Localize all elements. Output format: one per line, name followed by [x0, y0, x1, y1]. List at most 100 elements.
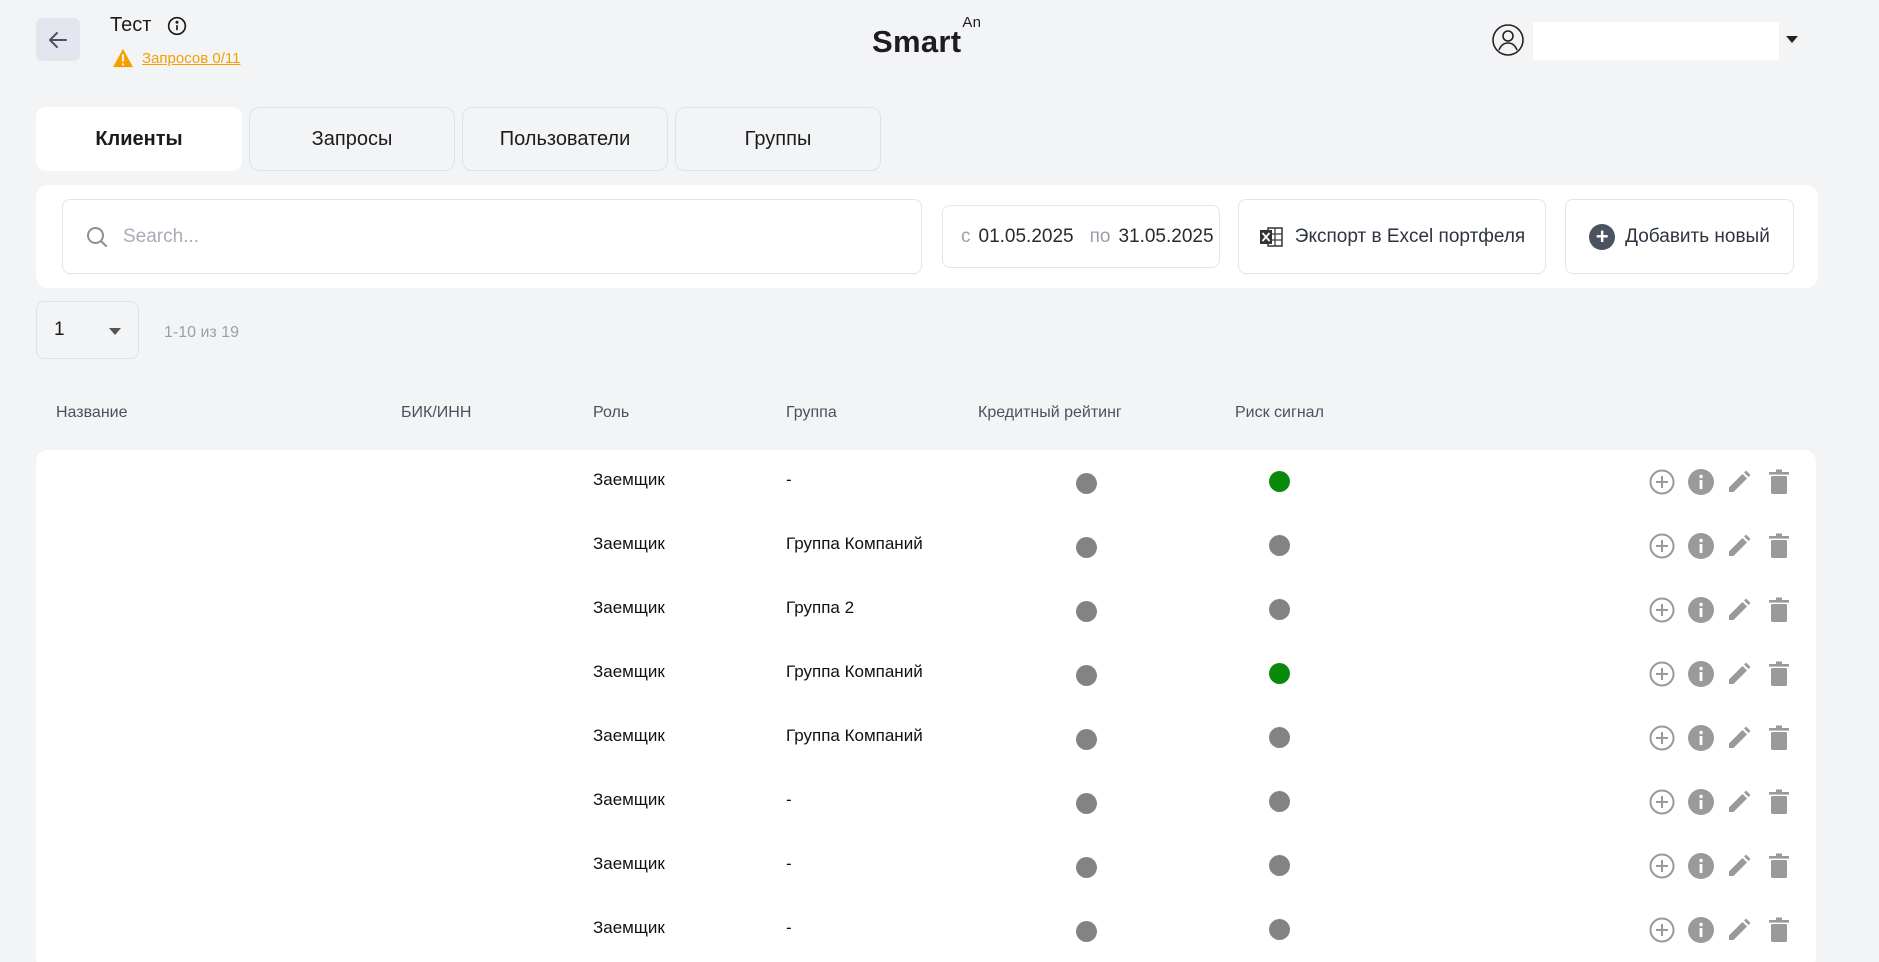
table-row[interactable]: Заемщик Группа Компаний: [36, 706, 1816, 770]
search-input[interactable]: [123, 225, 883, 248]
add-circle-icon[interactable]: [1648, 660, 1676, 688]
tab-requests[interactable]: Запросы: [249, 107, 455, 171]
edit-pencil-icon[interactable]: [1725, 532, 1753, 560]
excel-icon: [1259, 226, 1283, 247]
client-role: Заемщик: [593, 854, 665, 873]
info-icon[interactable]: [1687, 660, 1715, 688]
user-menu-chevron-down-icon[interactable]: [1786, 36, 1798, 43]
risk-signal-indicator: [1269, 919, 1290, 940]
table-row[interactable]: Заемщик Группа 2: [36, 578, 1816, 642]
edit-pencil-icon[interactable]: [1725, 916, 1753, 944]
column-header-inn[interactable]: БИК/ИНН: [401, 404, 471, 422]
credit-rating-indicator: [1076, 537, 1097, 558]
column-header-role[interactable]: Роль: [593, 404, 629, 422]
info-icon[interactable]: [1687, 788, 1715, 816]
delete-trash-icon[interactable]: [1765, 916, 1793, 944]
requests-link[interactable]: Запросов 0/11: [142, 50, 240, 67]
edit-pencil-icon[interactable]: [1725, 724, 1753, 752]
tab-groups[interactable]: Группы: [675, 107, 881, 171]
date-to-label: по: [1089, 225, 1111, 247]
info-icon[interactable]: [1687, 596, 1715, 624]
warning-icon: [113, 48, 133, 68]
client-group: -: [786, 854, 792, 873]
credit-rating-indicator: [1076, 473, 1097, 494]
add-circle-icon[interactable]: [1648, 724, 1676, 752]
delete-trash-icon[interactable]: [1765, 788, 1793, 816]
table-row[interactable]: Заемщик Группа Компаний: [36, 514, 1816, 578]
export-excel-button[interactable]: Экспорт в Excel портфеля: [1238, 199, 1546, 274]
export-label: Экспорт в Excel портфеля: [1294, 225, 1526, 247]
logo-text: Smart: [872, 24, 962, 59]
risk-signal-indicator: [1269, 791, 1290, 812]
client-group: Группа Компаний: [786, 726, 923, 745]
column-header-risk-signal[interactable]: Риск сигнал: [1235, 404, 1324, 422]
add-circle-icon[interactable]: [1648, 596, 1676, 624]
client-group: -: [786, 918, 792, 937]
edit-pencil-icon[interactable]: [1725, 596, 1753, 624]
requests-counter: Запросов 0/11: [112, 48, 240, 68]
add-new-label: Добавить новый: [1625, 225, 1770, 247]
date-from-label: с: [961, 225, 971, 247]
client-role: Заемщик: [593, 470, 665, 489]
column-header-group[interactable]: Группа: [786, 404, 837, 422]
add-circle-icon[interactable]: [1648, 788, 1676, 816]
edit-pencil-icon[interactable]: [1725, 468, 1753, 496]
info-icon[interactable]: [1687, 532, 1715, 560]
tab-clients[interactable]: Клиенты: [36, 107, 242, 171]
tab-bar: Клиенты Запросы Пользователи Группы: [36, 107, 881, 171]
user-name-field[interactable]: [1533, 22, 1779, 60]
table-row[interactable]: Заемщик -: [36, 770, 1816, 834]
add-circle-icon[interactable]: [1648, 532, 1676, 560]
client-role: Заемщик: [593, 918, 665, 937]
add-circle-icon[interactable]: [1648, 916, 1676, 944]
info-icon[interactable]: [1687, 852, 1715, 880]
plus-circle-icon: +: [1589, 223, 1616, 250]
client-role: Заемщик: [593, 790, 665, 809]
edit-pencil-icon[interactable]: [1725, 788, 1753, 816]
delete-trash-icon[interactable]: [1765, 660, 1793, 688]
credit-rating-indicator: [1076, 729, 1097, 750]
credit-rating-indicator: [1076, 857, 1097, 878]
add-new-button[interactable]: + Добавить новый: [1565, 199, 1794, 274]
column-header-credit-rating[interactable]: Кредитный рейтинг: [978, 404, 1122, 422]
client-role: Заемщик: [593, 726, 665, 745]
risk-signal-indicator: [1269, 471, 1290, 492]
tab-users[interactable]: Пользователи: [462, 107, 668, 171]
risk-signal-indicator: [1269, 663, 1290, 684]
add-circle-icon[interactable]: [1648, 468, 1676, 496]
info-icon[interactable]: [1687, 468, 1715, 496]
info-icon[interactable]: [1687, 724, 1715, 752]
client-group: Группа 2: [786, 598, 855, 617]
table-row[interactable]: Заемщик -: [36, 898, 1816, 962]
table-row[interactable]: Заемщик Группа Компаний: [36, 642, 1816, 706]
date-from-value[interactable]: 01.05.2025: [979, 226, 1074, 248]
search-icon: [87, 226, 107, 247]
toolbar-panel: с 01.05.2025 по 31.05.2025 Экспорт в Exc…: [36, 185, 1818, 288]
delete-trash-icon[interactable]: [1765, 468, 1793, 496]
edit-pencil-icon[interactable]: [1725, 660, 1753, 688]
delete-trash-icon[interactable]: [1765, 532, 1793, 560]
edit-pencil-icon[interactable]: [1725, 852, 1753, 880]
table-row[interactable]: Заемщик -: [36, 450, 1816, 514]
table-row[interactable]: Заемщик -: [36, 834, 1816, 898]
search-box[interactable]: [62, 199, 922, 274]
add-circle-icon[interactable]: [1648, 852, 1676, 880]
delete-trash-icon[interactable]: [1765, 724, 1793, 752]
user-avatar-icon[interactable]: [1492, 24, 1524, 56]
back-button[interactable]: [36, 18, 80, 61]
page-select[interactable]: 1: [36, 301, 139, 359]
info-icon[interactable]: [167, 16, 187, 36]
info-icon[interactable]: [1687, 916, 1715, 944]
delete-trash-icon[interactable]: [1765, 852, 1793, 880]
logo-superscript: An: [962, 13, 982, 31]
date-range-picker[interactable]: с 01.05.2025 по 31.05.2025: [942, 205, 1220, 268]
client-group: Группа Компаний: [786, 662, 923, 681]
client-role: Заемщик: [593, 662, 665, 681]
column-header-name[interactable]: Название: [56, 404, 128, 422]
page-title-group: Тест: [110, 14, 187, 37]
credit-rating-indicator: [1076, 601, 1097, 622]
credit-rating-indicator: [1076, 665, 1097, 686]
date-to-value[interactable]: 31.05.2025: [1118, 226, 1213, 248]
risk-signal-indicator: [1269, 855, 1290, 876]
delete-trash-icon[interactable]: [1765, 596, 1793, 624]
